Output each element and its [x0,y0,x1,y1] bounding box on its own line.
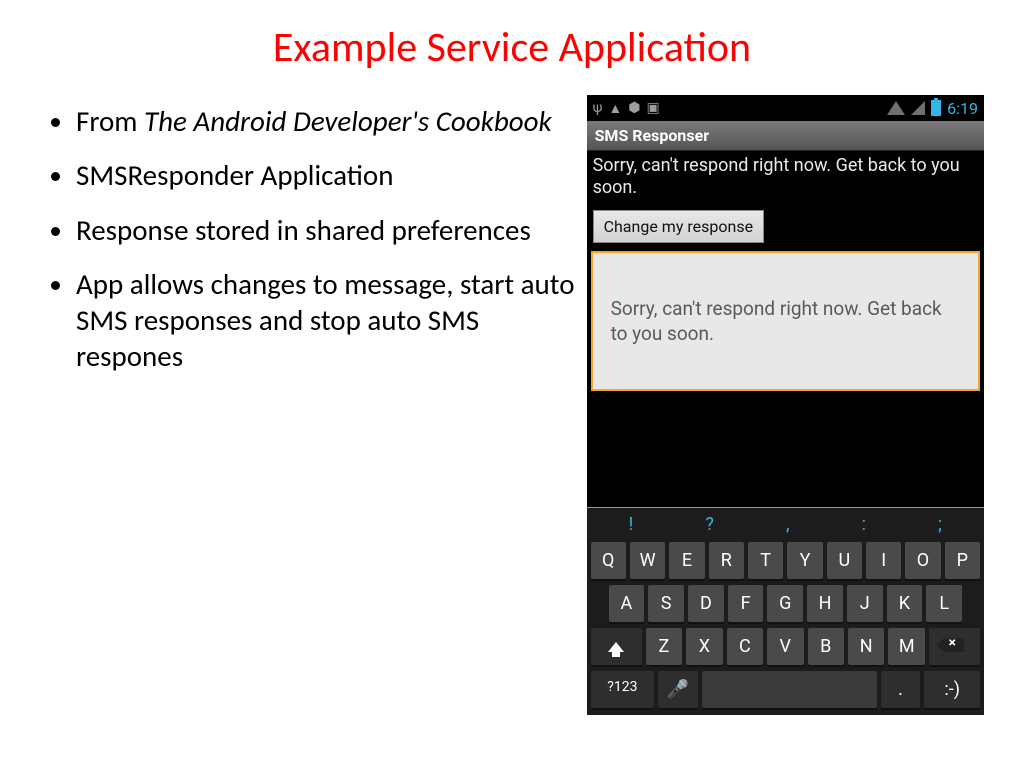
keyboard-row-3: Z X C V B N M [587,625,984,668]
key-backspace[interactable] [929,628,980,665]
status-time: 6:19 [947,99,978,118]
wifi-icon [887,101,905,115]
response-input[interactable]: Sorry, can't respond right now. Get back… [591,251,980,391]
mic-icon: 🎤 [667,679,689,700]
key-f[interactable]: F [728,585,764,622]
bullet-item: App allows changes to message, start aut… [76,266,577,375]
android-icon: ⬢ [628,100,640,116]
key-k[interactable]: K [887,585,923,622]
battery-icon [931,100,941,116]
change-response-button[interactable]: Change my response [593,210,764,243]
bullet-item: SMSResponder Application [76,157,577,193]
phone-screenshot: ψ ▲ ⬢ ▣ 6:19 SMS Responser Sorry, can't … [587,95,984,715]
key-m[interactable]: M [888,628,924,665]
soft-keyboard: ! ? , : ; Q W E R T Y U I O P A S D [587,507,984,715]
key-c[interactable]: C [727,628,763,665]
key-i[interactable]: I [866,542,901,579]
key-v[interactable]: V [767,628,803,665]
key-e[interactable]: E [669,542,704,579]
key-u[interactable]: U [827,542,862,579]
keyboard-row-2: A S D F G H J K L [587,582,984,625]
download-icon: ▣ [646,100,659,116]
key-y[interactable]: Y [787,542,822,579]
key-period[interactable]: . [881,671,921,708]
key-punct[interactable]: ; [938,514,942,535]
backspace-icon [944,638,964,652]
key-t[interactable]: T [748,542,783,579]
signal-icon [911,101,925,115]
key-b[interactable]: B [808,628,844,665]
keyboard-punct-row: ! ? , : ; [587,507,984,539]
key-w[interactable]: W [630,542,665,579]
status-bar: ψ ▲ ⬢ ▣ 6:19 [587,95,984,121]
key-x[interactable]: X [686,628,722,665]
warning-icon: ▲ [608,100,622,117]
key-punct[interactable]: : [862,514,866,535]
bullet-item: From The Android Developer's Cookbook [76,103,577,139]
response-input-text: Sorry, can't respond right now. Get back… [611,296,960,347]
key-punct[interactable]: , [786,514,790,535]
key-n[interactable]: N [848,628,884,665]
key-o[interactable]: O [905,542,940,579]
key-mic[interactable]: 🎤 [658,671,698,708]
key-j[interactable]: J [847,585,883,622]
key-z[interactable]: Z [646,628,682,665]
key-s[interactable]: S [648,585,684,622]
current-response-text: Sorry, can't respond right now. Get back… [587,151,984,206]
key-r[interactable]: R [709,542,744,579]
key-shift[interactable] [591,628,642,665]
key-p[interactable]: P [945,542,980,579]
key-space[interactable] [702,671,877,708]
key-q[interactable]: Q [591,542,626,579]
key-numbers[interactable]: ?123 [591,671,655,708]
key-smiley[interactable]: :-) [924,671,980,708]
key-g[interactable]: G [767,585,803,622]
key-d[interactable]: D [688,585,724,622]
bullet-item: Response stored in shared preferences [76,212,577,248]
app-title-bar: SMS Responser [587,121,984,151]
bullet-list: From The Android Developer's Cookbook SM… [40,91,577,715]
key-a[interactable]: A [609,585,645,622]
key-punct[interactable]: ! [629,514,634,535]
slide-title: Example Service Application [0,0,1024,91]
shift-icon [608,642,624,652]
keyboard-row-1: Q W E R T Y U I O P [587,539,984,582]
key-punct[interactable]: ? [705,514,714,535]
keyboard-row-4: ?123 🎤 . :-) [587,668,984,711]
key-h[interactable]: H [807,585,843,622]
key-l[interactable]: L [926,585,962,622]
usb-icon: ψ [593,100,603,116]
